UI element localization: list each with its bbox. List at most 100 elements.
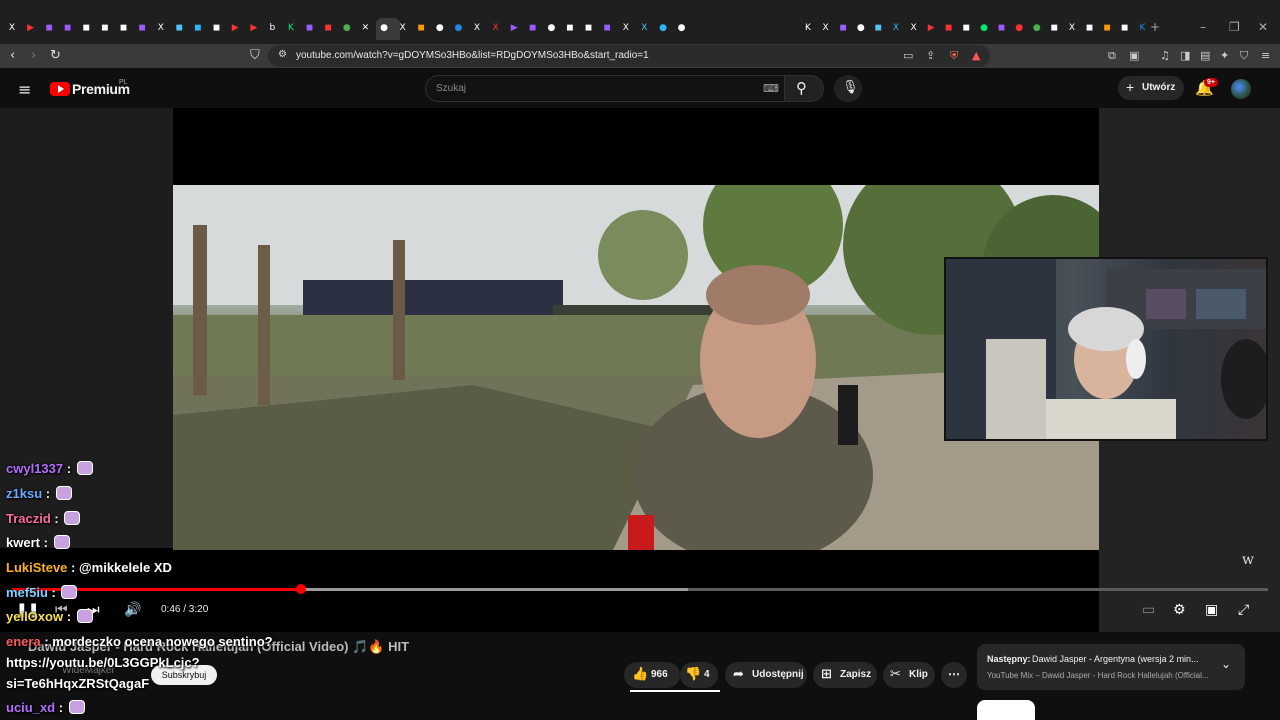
channel-watermark-icon[interactable]: w xyxy=(1242,552,1254,568)
tab-favicon[interactable]: ● xyxy=(545,22,557,34)
tab-favicon[interactable]: X xyxy=(620,22,632,34)
voice-search-button[interactable]: 🎙 xyxy=(834,75,862,102)
save-button[interactable]: ⊞ Zapisz xyxy=(813,662,877,688)
tab-favicon[interactable]: K xyxy=(802,22,814,34)
clip-button[interactable]: ✂ Klip xyxy=(883,662,935,688)
new-tab-button[interactable]: + xyxy=(1150,20,1160,34)
tab-favicon[interactable]: ▶ xyxy=(25,22,37,34)
tab-favicon[interactable]: ● xyxy=(452,22,464,34)
tab-favicon[interactable]: ◼ xyxy=(173,22,185,34)
tab-favicon[interactable]: ● xyxy=(1013,22,1025,34)
tab-favicon[interactable]: ● xyxy=(676,22,688,34)
search-input[interactable]: Szukaj ⌨ xyxy=(425,75,785,102)
tab-favicon[interactable]: ● xyxy=(855,22,867,34)
bookmark-icon[interactable]: ⛉ xyxy=(250,48,260,63)
tab-favicon[interactable]: X xyxy=(908,22,920,34)
tab-favicon[interactable]: ● xyxy=(657,22,669,34)
tab-favicon[interactable]: ● xyxy=(978,22,990,34)
subtitles-icon[interactable]: ▭ xyxy=(1142,602,1155,618)
tab-favicon[interactable]: X xyxy=(820,22,832,34)
site-info-icon[interactable]: ⚙ xyxy=(278,49,287,60)
share-button[interactable]: ➦ Udostępnij xyxy=(725,662,807,688)
reload-icon[interactable]: ↻ xyxy=(50,48,61,63)
menu-icon[interactable]: ≡ xyxy=(1261,49,1270,62)
create-button[interactable]: + Utwórz xyxy=(1118,76,1184,100)
sidebar-icon[interactable]: ◨ xyxy=(1180,49,1190,62)
tab-favicon[interactable]: X xyxy=(490,22,502,34)
tab-favicon[interactable]: ◼ xyxy=(99,22,111,34)
tab-favicon[interactable]: X xyxy=(638,22,650,34)
playlist-chip[interactable] xyxy=(977,700,1035,720)
tab-favicon[interactable]: ◼ xyxy=(62,22,74,34)
forward-icon[interactable]: › xyxy=(31,48,36,63)
tab-favicon[interactable]: ▶ xyxy=(508,22,520,34)
up-next-card[interactable]: Następny: Dawid Jasper - Argentyna (wers… xyxy=(977,644,1245,690)
cast-icon[interactable]: ▭ xyxy=(903,49,913,62)
like-button[interactable]: 👍 966 xyxy=(624,662,680,688)
tab-favicon[interactable]: ◼ xyxy=(996,22,1008,34)
tab-favicon[interactable]: K xyxy=(285,22,297,34)
tab-favicon[interactable]: b xyxy=(266,22,278,34)
rewards-icon[interactable]: ▲ xyxy=(972,49,980,62)
tab-favicon[interactable]: X xyxy=(890,22,902,34)
tab-favicon[interactable]: ◼ xyxy=(118,22,130,34)
tab-favicon[interactable]: ▶ xyxy=(925,22,937,34)
minimize-button[interactable]: – xyxy=(1200,20,1206,34)
tab-favicon[interactable]: ◼ xyxy=(1084,22,1096,34)
wallet-icon[interactable]: ▤ xyxy=(1200,49,1210,62)
tab-favicon[interactable]: ✕ xyxy=(359,22,371,34)
tab-favicon[interactable]: X xyxy=(6,22,18,34)
screenshot-icon[interactable]: ▣ xyxy=(1129,49,1139,62)
tab-favicon[interactable]: ◼ xyxy=(415,22,427,34)
tab-favicon[interactable]: ▶ xyxy=(248,22,260,34)
tab-favicon[interactable]: ◼ xyxy=(601,22,613,34)
back-icon[interactable]: ‹ xyxy=(10,48,15,63)
hamburger-menu-icon[interactable]: ≡ xyxy=(18,80,31,99)
avatar[interactable] xyxy=(1231,79,1251,99)
tab-favicon[interactable]: ◼ xyxy=(43,22,55,34)
tab-favicon[interactable]: ◼ xyxy=(943,22,955,34)
tab-favicon[interactable]: ◼ xyxy=(322,22,334,34)
tab-favicon[interactable]: ◼ xyxy=(304,22,316,34)
tab-favicon[interactable]: ◼ xyxy=(211,22,223,34)
theater-mode-icon[interactable]: ▣ xyxy=(1205,602,1218,618)
tab-favicon[interactable]: X xyxy=(155,22,167,34)
settings-gear-icon[interactable]: ⚙ xyxy=(1173,602,1186,618)
fullscreen-icon[interactable]: ⤢ xyxy=(1238,602,1249,618)
url-text[interactable]: youtube.com/watch?v=gDOYMSo3HBo&list=RDg… xyxy=(296,50,649,61)
chevron-down-icon[interactable]: ⌄ xyxy=(1221,657,1231,671)
tab-favicon[interactable]: ◼ xyxy=(1048,22,1060,34)
tab-favicon[interactable]: ◼ xyxy=(583,22,595,34)
tab-favicon[interactable]: X xyxy=(471,22,483,34)
search-button[interactable]: ⚲ xyxy=(784,75,824,102)
tab-favicon[interactable]: X xyxy=(397,22,409,34)
dislike-button[interactable]: 👎 4 xyxy=(680,662,718,688)
tab-favicon[interactable]: ● xyxy=(341,22,353,34)
maximize-button[interactable]: ❐ xyxy=(1229,20,1240,34)
tab-favicon[interactable]: ◼ xyxy=(527,22,539,34)
extensions-icon[interactable]: ⧉ xyxy=(1108,49,1116,63)
tab-favicon[interactable]: ◼ xyxy=(1119,22,1131,34)
tab-favicon[interactable]: ◼ xyxy=(564,22,576,34)
brave-shield-icon[interactable]: ⛨ xyxy=(950,49,958,63)
tab-favicon[interactable]: K xyxy=(1136,22,1148,34)
tab-favicon[interactable]: ◼ xyxy=(192,22,204,34)
tab-favicon[interactable]: X xyxy=(1066,22,1078,34)
tab-favicon[interactable]: ● xyxy=(1031,22,1043,34)
tab-favicon[interactable]: ◼ xyxy=(872,22,884,34)
tab-favicon[interactable]: ◼ xyxy=(960,22,972,34)
vpn-icon[interactable]: ⛉ xyxy=(1240,49,1248,63)
tab-favicon[interactable]: ◼ xyxy=(80,22,92,34)
tab-favicon[interactable]: ◼ xyxy=(136,22,148,34)
tab-favicon[interactable]: ● xyxy=(378,22,390,34)
close-window-button[interactable]: ✕ xyxy=(1258,20,1268,34)
tab-favicon[interactable]: ▶ xyxy=(229,22,241,34)
more-actions-button[interactable]: ⋯ xyxy=(941,662,967,688)
keyboard-icon[interactable]: ⌨ xyxy=(763,82,779,95)
youtube-logo-icon[interactable] xyxy=(50,82,70,96)
tab-favicon[interactable]: ◼ xyxy=(1101,22,1113,34)
leo-icon[interactable]: ✦ xyxy=(1220,49,1229,62)
media-icon[interactable]: ♫ xyxy=(1160,49,1170,62)
share-icon[interactable]: ⇪ xyxy=(926,49,935,62)
tab-favicon[interactable]: ◼ xyxy=(837,22,849,34)
